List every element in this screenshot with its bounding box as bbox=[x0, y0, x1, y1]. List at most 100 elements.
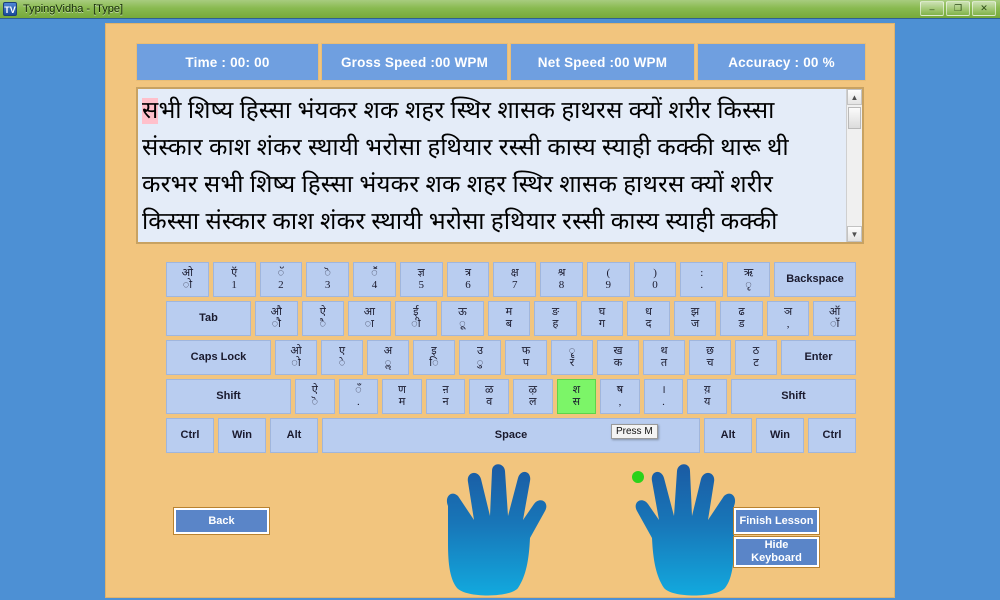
key-श्र[interactable]: श्र 8 bbox=[540, 262, 583, 297]
text-line-rest: भी शिष्य हिस्सा भंयकर शक शहर स्थिर शासक … bbox=[158, 98, 775, 124]
key-ctrl[interactable]: Ctrl bbox=[808, 418, 856, 453]
key-([interactable]: (9 bbox=[586, 262, 630, 297]
key-श[interactable]: शस bbox=[556, 379, 597, 414]
key-shift-label: अ bbox=[383, 344, 393, 357]
key-औ[interactable]: औौ bbox=[255, 301, 298, 336]
key-ऊ[interactable]: ऊू bbox=[441, 301, 484, 336]
key-base-label: ल bbox=[529, 395, 537, 408]
key-ञ[interactable]: ञ, bbox=[766, 301, 810, 336]
key-त्र[interactable]: त्र 6 bbox=[446, 262, 490, 297]
stat-accuracy: Accuracy : 00 % bbox=[697, 43, 866, 81]
maximize-button[interactable]: ❐ bbox=[946, 1, 970, 16]
key-shift[interactable]: Shift bbox=[166, 379, 291, 414]
key-shift-label: त्र bbox=[464, 266, 472, 279]
key-win[interactable]: Win bbox=[218, 418, 266, 453]
key-ज्ञ[interactable]: ज्ञ 5 bbox=[399, 262, 443, 297]
key-shift[interactable]: Shift bbox=[730, 379, 856, 414]
key-ई[interactable]: ईी bbox=[394, 301, 438, 336]
key-backspace[interactable]: Backspace bbox=[773, 262, 856, 297]
key-छ[interactable]: छच bbox=[689, 340, 731, 375]
text-line: करभर सभी शिष्य हिस्सा भंयकर शक शहर स्थिर… bbox=[142, 172, 773, 198]
key-ध[interactable]: धद bbox=[627, 301, 670, 336]
key-ऐ[interactable]: ऐै bbox=[301, 301, 345, 336]
key-ढ[interactable]: ढड bbox=[720, 301, 763, 336]
key-ctrl[interactable]: Ctrl bbox=[166, 418, 214, 453]
hands-svg bbox=[446, 464, 736, 596]
key-ए[interactable]: एे bbox=[321, 340, 363, 375]
key-ठ[interactable]: ठट bbox=[735, 340, 777, 375]
key-enter[interactable]: Enter bbox=[781, 340, 856, 375]
key-ऑ[interactable]: ऑॉ bbox=[813, 301, 856, 336]
key-इ[interactable]: इि bbox=[413, 340, 455, 375]
window-title: TypingVidha - [Type] bbox=[23, 3, 124, 15]
key-label: Shift bbox=[216, 389, 241, 402]
key-ॕ[interactable]: ॕ 4 bbox=[353, 262, 396, 297]
key-क्ष[interactable]: क्ष 7 bbox=[493, 262, 537, 297]
key-shift-label: ढ bbox=[738, 305, 745, 318]
minimize-button[interactable]: – bbox=[920, 1, 944, 16]
key-ख[interactable]: खक bbox=[597, 340, 639, 375]
close-button[interactable]: ✕ bbox=[972, 1, 996, 16]
key-ण[interactable]: णम bbox=[382, 379, 422, 414]
key-घ[interactable]: घग bbox=[580, 301, 624, 336]
key-थ[interactable]: थत bbox=[643, 340, 685, 375]
hide-keyboard-button[interactable]: Hide Keyboard bbox=[733, 536, 820, 568]
key-ऍ[interactable]: ऍ1 bbox=[212, 262, 256, 297]
key-ँ[interactable]: ँ. bbox=[338, 379, 379, 414]
key-shift-label: ओ bbox=[181, 266, 194, 279]
key-base-label: 4 bbox=[371, 278, 378, 291]
key-)[interactable]: ) 0 bbox=[633, 262, 677, 297]
key-फ[interactable]: फप bbox=[505, 340, 547, 375]
keyboard-row: Tab औौ ऐै आा ईी ऊू म ब ङ ह घ ग ध द झ ज ढ ड ञ, ऑॉ bbox=[166, 301, 856, 336]
key-ङ[interactable]: ङह bbox=[534, 301, 577, 336]
key-आ[interactable]: आा bbox=[348, 301, 391, 336]
text-line: किस्सा संस्कार काश शंकर स्थायी भरोसा हथि… bbox=[142, 209, 778, 235]
practice-text-area[interactable]: सभी शिष्य हिस्सा भंयकर शक शहर स्थिर शासक… bbox=[136, 87, 864, 244]
text-scrollbar[interactable]: ▲ ▼ bbox=[846, 89, 862, 242]
key-ॄ[interactable]: ॄ र bbox=[551, 340, 593, 375]
key-shift-label: आ bbox=[363, 305, 375, 318]
key-caps-lock[interactable]: Caps Lock bbox=[166, 340, 271, 375]
key-:[interactable]: :. bbox=[680, 262, 724, 297]
key-ओ[interactable]: ओो bbox=[275, 340, 317, 375]
window-titlebar: TV TypingVidha - [Type] – ❐ ✕ bbox=[0, 0, 1000, 18]
key-alt[interactable]: Alt bbox=[704, 418, 752, 453]
key-shift-label: थ bbox=[660, 344, 668, 357]
key-shift-label: ऍ bbox=[231, 266, 238, 279]
key-shift-label: झ bbox=[690, 305, 700, 318]
key-ऩ[interactable]: ऩन bbox=[425, 379, 466, 414]
scroll-up-icon[interactable]: ▲ bbox=[847, 89, 862, 105]
key-य़[interactable]: य़ य bbox=[687, 379, 727, 414]
key-म[interactable]: मब bbox=[487, 301, 531, 336]
key-tab[interactable]: Tab bbox=[166, 301, 251, 336]
key-ऴ[interactable]: ऴल bbox=[512, 379, 553, 414]
key-shift-label: श्र bbox=[557, 266, 566, 279]
key-win[interactable]: Win bbox=[756, 418, 804, 453]
key-।[interactable]: ।. bbox=[643, 379, 684, 414]
key-अ[interactable]: अॢ bbox=[367, 340, 409, 375]
key-ऐ[interactable]: ऐॆ bbox=[295, 379, 335, 414]
scrollbar-thumb[interactable] bbox=[848, 107, 861, 129]
key-झ[interactable]: झज bbox=[673, 301, 717, 336]
key-shift-label: ठ bbox=[752, 344, 760, 357]
virtual-keyboard: ओो ऍ 1ॅ 2ॆ 3ॕ 4 ज्ञ 5 त्र 6 क्ष 7 श्र 8(9) 0:. ऋृ Backsp… bbox=[166, 262, 856, 457]
key-base-label: . bbox=[700, 278, 704, 291]
back-button[interactable]: Back bbox=[173, 507, 270, 535]
key-उ[interactable]: उु bbox=[459, 340, 501, 375]
key-ष[interactable]: ष, bbox=[600, 379, 640, 414]
stats-bar: Time : 00: 00 Gross Speed :00 WPM Net Sp… bbox=[136, 43, 866, 81]
key-label: Enter bbox=[804, 350, 833, 363]
text-line: सभी शिष्य हिस्सा भंयकर शक शहर स्थिर शासक… bbox=[142, 93, 841, 130]
current-char-highlight: स bbox=[142, 98, 159, 124]
key-alt[interactable]: Alt bbox=[270, 418, 318, 453]
key-ळ[interactable]: ळव bbox=[469, 379, 509, 414]
key-ॆ[interactable]: ॆ 3 bbox=[306, 262, 350, 297]
key-base-label: 6 bbox=[465, 278, 471, 291]
key-shift-label: क्ष bbox=[510, 266, 519, 279]
key-ओ[interactable]: ओो bbox=[166, 262, 209, 297]
key-shift-label: फ bbox=[521, 344, 531, 357]
finish-lesson-button[interactable]: Finish Lesson bbox=[733, 507, 820, 535]
scroll-down-icon[interactable]: ▼ bbox=[847, 226, 862, 242]
key-ॅ[interactable]: ॅ 2 bbox=[259, 262, 303, 297]
key-ऋ[interactable]: ऋृ bbox=[727, 262, 770, 297]
